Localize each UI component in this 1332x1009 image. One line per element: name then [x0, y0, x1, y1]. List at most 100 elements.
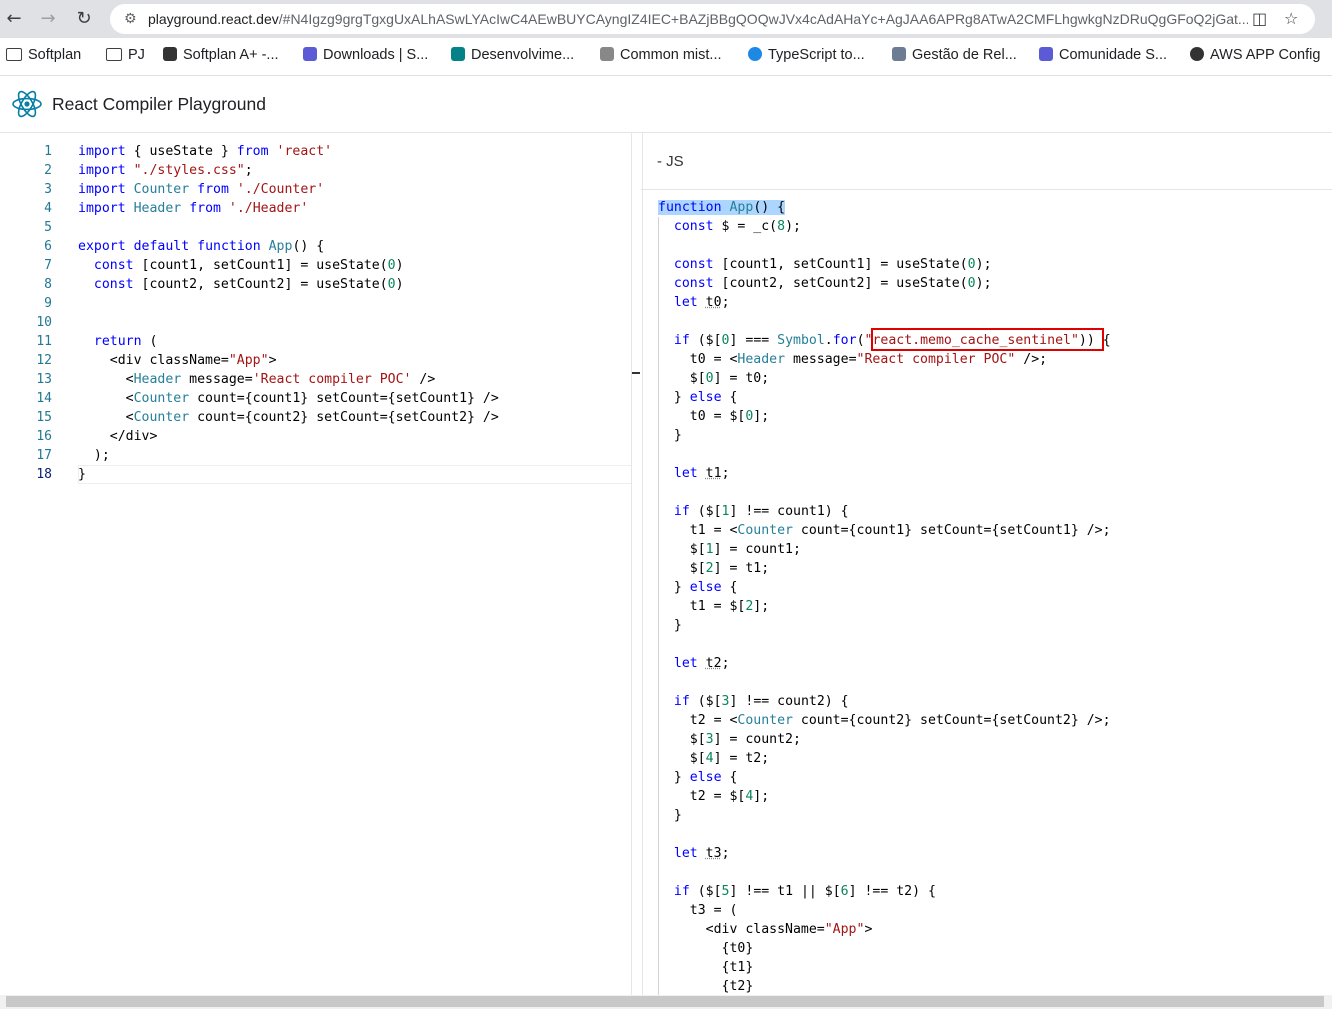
code-line[interactable]: <div className="App">	[658, 920, 1111, 939]
code-line[interactable]: } else {	[658, 768, 1111, 787]
code-line[interactable]: const [count2, setCount2] = useState(0);	[658, 274, 1111, 293]
line-number-gutter: 1 2 3 4 5 6 7 8 9 10 11 12 13 14 15 16 17 18	[0, 142, 52, 484]
code-line[interactable]: let t1;	[658, 464, 1111, 483]
code-line[interactable]: t0 = $[0];	[658, 407, 1111, 426]
output-tab-label[interactable]: - JS	[657, 153, 684, 170]
code-token: Counter	[133, 410, 190, 425]
forward-arrow-icon[interactable]: →	[36, 7, 60, 31]
source-code[interactable]: import { useState } from 'react' import "…	[78, 142, 499, 484]
compiled-code[interactable]: function App() { const $ = _c(8); const …	[658, 198, 1111, 996]
code-line[interactable]: }	[658, 616, 1111, 635]
code-line[interactable]: {t1}	[658, 958, 1111, 977]
code-line[interactable]: $[2] = t1;	[658, 559, 1111, 578]
bookmark-item[interactable]: Downloads | S...	[303, 47, 428, 63]
code-line[interactable]: let t3;	[658, 844, 1111, 863]
code-line[interactable]: import "./styles.css";	[78, 161, 499, 180]
divider-handle[interactable]	[632, 372, 640, 374]
code-line[interactable]: {t2}	[658, 977, 1111, 996]
code-line[interactable]: $[1] = count1;	[658, 540, 1111, 559]
back-arrow-icon[interactable]: ←	[2, 7, 26, 31]
code-token: {t1}	[658, 960, 754, 975]
code-line[interactable]: {t0}	[658, 939, 1111, 958]
code-token: <div className=	[658, 922, 825, 937]
code-line[interactable]: }	[78, 465, 499, 484]
code-token: { useState }	[125, 144, 237, 159]
code-line[interactable]: import Header from './Header'	[78, 199, 499, 218]
code-line[interactable]: <Counter count={count1} setCount={setCou…	[78, 389, 499, 408]
code-line[interactable]: <Header message='React compiler POC' />	[78, 370, 499, 389]
bookmark-item[interactable]: PJ	[106, 47, 145, 63]
code-line[interactable]: if ($[1] !== count1) {	[658, 502, 1111, 521]
code-line[interactable]: t2 = $[4];	[658, 787, 1111, 806]
code-line[interactable]	[658, 825, 1111, 844]
code-line[interactable]: import Counter from './Counter'	[78, 180, 499, 199]
code-line[interactable]	[658, 483, 1111, 502]
code-token: "App"	[228, 353, 269, 368]
code-line[interactable]: } else {	[658, 578, 1111, 597]
code-token: if	[673, 333, 690, 348]
code-line[interactable]: import { useState } from 'react'	[78, 142, 499, 161]
reload-icon[interactable]: ↻	[72, 7, 96, 31]
code-line[interactable]: $[4] = t2;	[658, 749, 1111, 768]
code-token: );	[975, 276, 992, 291]
code-line[interactable]: const [count2, setCount2] = useState(0)	[78, 275, 499, 294]
bookmark-item[interactable]: Gestão de Rel...	[892, 47, 1017, 63]
code-line[interactable]: const $ = _c(8);	[658, 217, 1111, 236]
code-line[interactable]: const [count1, setCount1] = useState(0);	[658, 255, 1111, 274]
code-token: const	[93, 277, 134, 292]
site-info-icon[interactable]: ⚙	[124, 11, 137, 27]
code-token: ($[	[689, 504, 722, 519]
url-text[interactable]: playground.react.dev/#N4Igzg9grgTgxgUxAL…	[148, 10, 1248, 28]
code-line[interactable]	[658, 236, 1111, 255]
horizontal-scrollbar-thumb[interactable]	[6, 996, 1324, 1007]
code-line[interactable]: t3 = (	[658, 901, 1111, 920]
code-line[interactable]: if ($[3] !== count2) {	[658, 692, 1111, 711]
code-line[interactable]: } else {	[658, 388, 1111, 407]
code-line[interactable]: let t0;	[658, 293, 1111, 312]
bookmark-item[interactable]: Softplan	[6, 47, 81, 63]
code-line[interactable]	[658, 635, 1111, 654]
code-line[interactable]: let t2;	[658, 654, 1111, 673]
output-tab-header[interactable]: - JS	[641, 133, 1332, 190]
code-line[interactable]	[658, 445, 1111, 464]
code-line[interactable]: const [count1, setCount1] = useState(0)	[78, 256, 499, 275]
bookmark-item[interactable]: AWS APP Config	[1190, 47, 1320, 63]
bookmark-item[interactable]: TypeScript to...	[748, 47, 865, 63]
code-line[interactable]	[78, 218, 499, 237]
code-line[interactable]: <div className="App">	[78, 351, 499, 370]
code-line[interactable]: </div>	[78, 427, 499, 446]
code-line[interactable]	[658, 673, 1111, 692]
code-line[interactable]: t0 = <Header message="React compiler POC…	[658, 350, 1111, 369]
code-line[interactable]: t1 = $[2];	[658, 597, 1111, 616]
install-app-icon[interactable]: ◫	[1252, 9, 1267, 28]
code-line[interactable]: if ($[5] !== t1 || $[6] !== t2) {	[658, 882, 1111, 901]
code-token: $ = _c(	[713, 219, 778, 234]
code-line[interactable]: );	[78, 446, 499, 465]
code-line[interactable]: t1 = <Counter count={count1} setCount={s…	[658, 521, 1111, 540]
code-line[interactable]: export default function App() {	[78, 237, 499, 256]
code-line[interactable]: return (	[78, 332, 499, 351]
code-token: import	[78, 182, 126, 197]
code-line[interactable]: <Counter count={count2} setCount={setCou…	[78, 408, 499, 427]
code-token: />;	[1015, 352, 1048, 367]
code-token: ($[	[689, 333, 722, 348]
code-line[interactable]	[78, 313, 499, 332]
code-token: $[	[658, 371, 706, 386]
code-line[interactable]: t2 = <Counter count={count2} setCount={s…	[658, 711, 1111, 730]
address-bar[interactable]: ⚙ playground.react.dev/#N4Igzg9grgTgxgUx…	[110, 4, 1315, 34]
bookmark-star-icon[interactable]: ☆	[1284, 9, 1298, 28]
code-line[interactable]	[78, 294, 499, 313]
code-line[interactable]: function App() {	[658, 198, 1111, 217]
bookmark-item[interactable]: Comunidade S...	[1039, 47, 1167, 63]
code-token: <	[78, 410, 134, 425]
code-line[interactable]: }	[658, 426, 1111, 445]
bookmark-item[interactable]: Desenvolvime...	[451, 47, 574, 63]
source-editor[interactable]: 1 2 3 4 5 6 7 8 9 10 11 12 13 14 15 16 17 18 import { use…	[0, 133, 642, 995]
code-line[interactable]: $[0] = t0;	[658, 369, 1111, 388]
code-line[interactable]	[658, 863, 1111, 882]
code-line[interactable]: }	[658, 806, 1111, 825]
bookmark-item[interactable]: Softplan A+ -...	[163, 47, 279, 63]
bookmark-item[interactable]: Common mist...	[600, 47, 722, 63]
code-line[interactable]: $[3] = count2;	[658, 730, 1111, 749]
